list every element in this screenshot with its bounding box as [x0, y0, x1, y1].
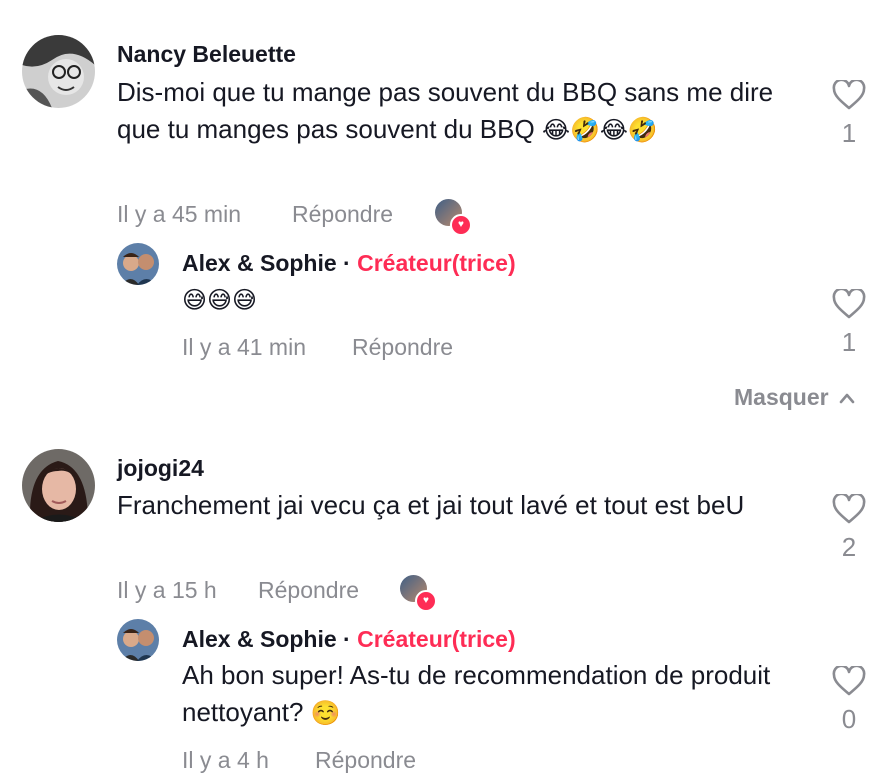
like-button[interactable]: 2 — [829, 494, 869, 563]
creator-badge: Créateur(trice) — [357, 250, 516, 276]
like-count: 1 — [841, 118, 857, 148]
avatar[interactable] — [22, 35, 95, 108]
reply-emojis: 😅😅😅 — [182, 286, 258, 314]
reply-timestamp: Il y a 41 min — [182, 334, 306, 360]
comment-text-body: Dis-moi que tu mange pas souvent du BBQ … — [117, 77, 774, 144]
reply-avatar[interactable] — [117, 243, 159, 285]
reply-text: Ah bon super! As-tu de recommendation de… — [182, 657, 782, 732]
reply-button[interactable]: Répondre — [352, 334, 453, 361]
heart-outline-icon — [832, 666, 866, 696]
creator-badge: Créateur(trice) — [357, 626, 516, 652]
hide-replies-button[interactable]: Masquer — [734, 384, 855, 411]
reply-avatar[interactable] — [117, 619, 159, 661]
hide-replies-label: Masquer — [734, 384, 829, 410]
reply-button[interactable]: Répondre — [292, 201, 393, 228]
like-count: 2 — [841, 532, 857, 562]
reply-timestamp: Il y a 4 h — [182, 747, 269, 773]
avatar[interactable] — [22, 449, 95, 522]
heart-outline-icon — [832, 80, 866, 110]
heart-outline-icon — [832, 494, 866, 524]
like-count: 1 — [841, 327, 857, 357]
comment-username[interactable]: Nancy Beleuette — [117, 41, 296, 68]
like-button[interactable]: 1 — [829, 80, 869, 149]
reply-button[interactable]: Répondre — [315, 747, 416, 774]
reply-username[interactable]: Alex & Sophie — [182, 626, 337, 652]
creator-liked-badge: ♥ — [435, 199, 472, 236]
reply-button[interactable]: Répondre — [258, 577, 359, 604]
comment-username[interactable]: jojogi24 — [117, 455, 204, 482]
comment-timestamp: Il y a 15 h — [117, 577, 217, 603]
comment-text: Franchement jai vecu ça et jai tout lavé… — [117, 487, 797, 524]
reply-text-body: Ah bon super! As-tu de recommendation de… — [182, 660, 771, 727]
separator: · — [336, 250, 358, 276]
like-button[interactable]: 1 — [829, 289, 869, 358]
creator-liked-badge: ♥ — [400, 575, 437, 612]
reply-text: 😅😅😅 — [182, 281, 782, 319]
comment-text-body: Franchement jai vecu ça et jai tout lavé… — [117, 490, 745, 520]
chevron-up-icon — [839, 393, 854, 403]
separator: · — [336, 626, 358, 652]
comment-emojis: 😂🤣😂🤣 — [541, 116, 658, 144]
reply-username[interactable]: Alex & Sophie — [182, 250, 337, 276]
heart-badge-icon: ♥ — [450, 214, 472, 236]
comment-timestamp: Il y a 45 min — [117, 201, 241, 227]
reply-emojis: ☺️ — [310, 699, 341, 727]
heart-outline-icon — [832, 289, 866, 319]
like-count: 0 — [841, 704, 857, 734]
like-button[interactable]: 0 — [829, 666, 869, 735]
comment-text: Dis-moi que tu mange pas souvent du BBQ … — [117, 74, 797, 149]
reply-username-line: Alex & Sophie · Créateur(trice) — [182, 626, 516, 653]
reply-username-line: Alex & Sophie · Créateur(trice) — [182, 250, 516, 277]
heart-badge-icon: ♥ — [415, 590, 437, 612]
